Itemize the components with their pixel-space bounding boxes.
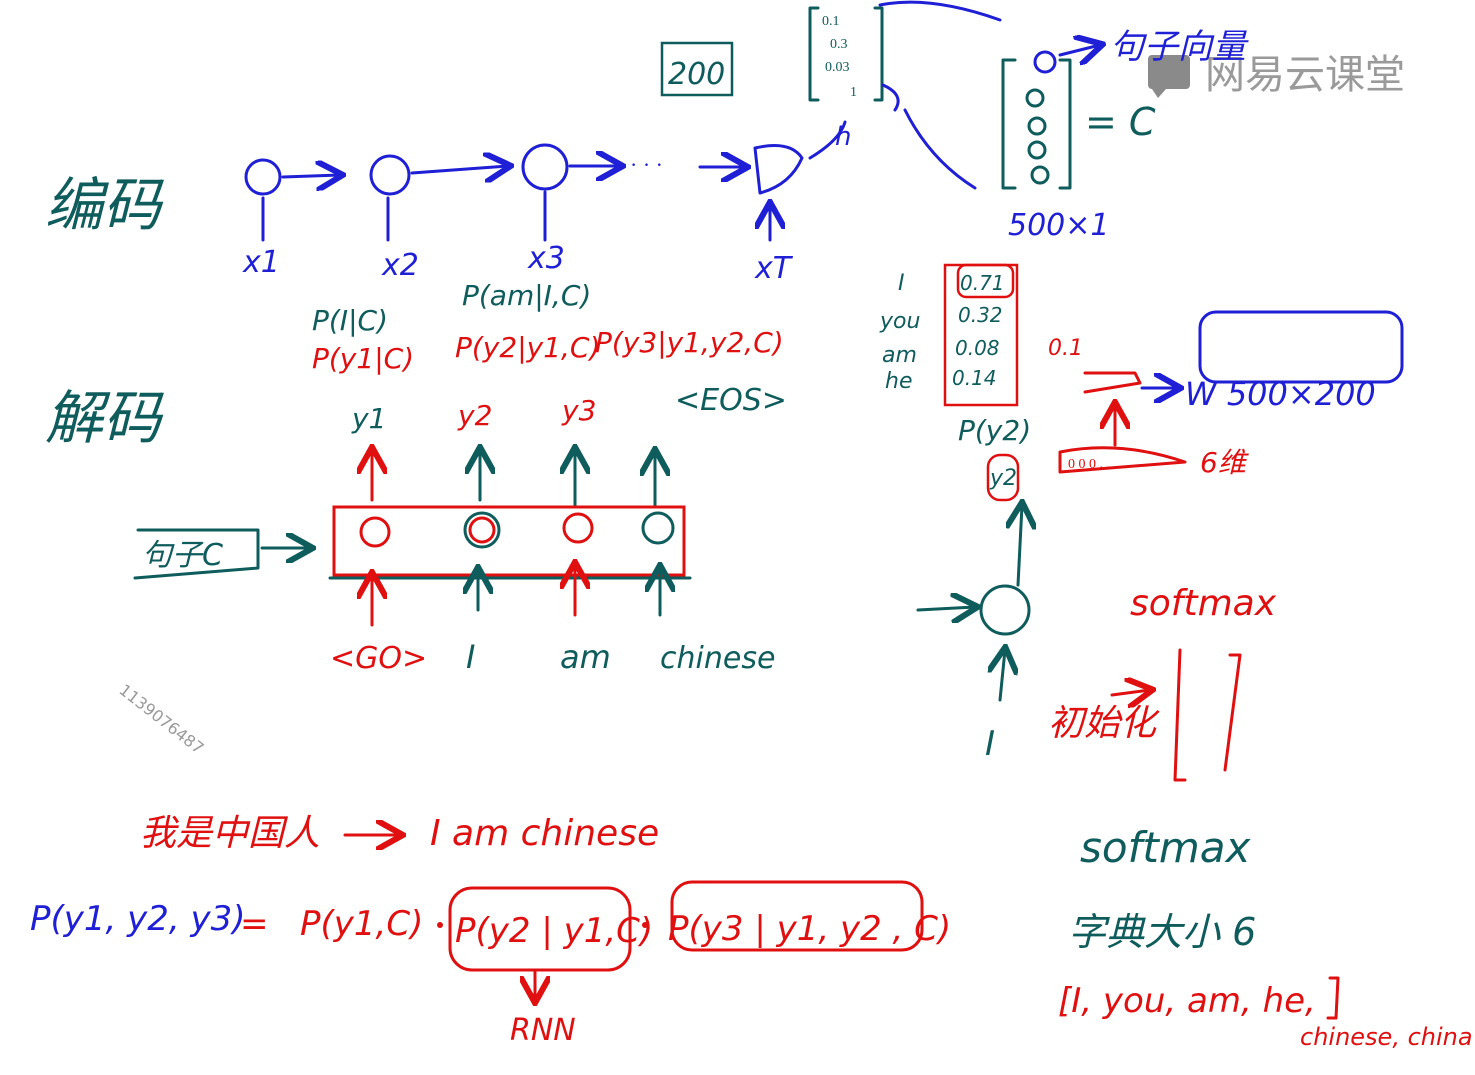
- prob-value: 0.71: [960, 271, 1005, 295]
- word-label: am: [882, 343, 917, 368]
- translation-chinese: 我是中国人: [140, 813, 320, 854]
- init-bracket-right: [1223, 653, 1242, 772]
- red-block: [1083, 371, 1142, 394]
- bottom-notes: 我是中国人 I am chinese P(y1, y2, y3) = P(y1,…: [30, 813, 1473, 1051]
- probability-notes: P(I|C) P(am|I,C) P(y1|C) P(y2|y1,C) P(y3…: [312, 279, 784, 375]
- prob-value: 0.14: [952, 366, 997, 390]
- context-box-label: 句子C: [142, 538, 223, 573]
- prob-value: 0.32: [958, 303, 1003, 327]
- input-x1: x1: [242, 245, 280, 280]
- decoder-section: 解码 y1 y2 y3 <EOS> 句子C <GO> I am chinese: [45, 383, 787, 676]
- encoder-node: [521, 143, 569, 191]
- c-vector-bracket-right: [1058, 58, 1072, 190]
- output-y3: y3: [561, 394, 596, 427]
- word-label: I: [898, 271, 905, 296]
- hidden-size-value: 200: [668, 57, 725, 92]
- encoder-node: [244, 158, 282, 196]
- py-label: P(y2): [958, 414, 1031, 447]
- extra-value: 0.1: [1048, 336, 1083, 361]
- input-x2: x2: [381, 248, 419, 283]
- input-chinese: chinese: [660, 641, 775, 676]
- vocab-dim-label: 6维: [1200, 446, 1249, 479]
- init-bracket-left: [1173, 648, 1187, 782]
- prob-red: P(y1|C): [312, 342, 414, 375]
- output-y1: y1: [351, 402, 386, 435]
- formula-term-3: P(y3 | y1, y2 , C): [668, 909, 951, 949]
- vector-value: 0.1: [822, 14, 840, 29]
- init-label: 初始化: [1048, 703, 1160, 744]
- output-y2: y2: [457, 399, 492, 432]
- vocab-list-extra: chinese, china: [1300, 1023, 1473, 1051]
- prob-black: P(am|I,C): [462, 279, 591, 312]
- formula-term-2: P(y2 | y1,C): [455, 911, 653, 951]
- decoder-node: [359, 516, 391, 548]
- ellipsis-dots: · · ·: [630, 152, 663, 177]
- formula-lhs: P(y1, y2, y3): [30, 899, 246, 939]
- softmax-label: softmax: [1130, 583, 1277, 624]
- decoder-label: 解码: [45, 384, 164, 452]
- sentence-vector-label: 句子向量: [1110, 27, 1249, 67]
- vector-bracket-left: [808, 6, 820, 102]
- weight-matrix-label: W 500×200: [1185, 375, 1376, 413]
- vector-value: 0.03: [825, 60, 850, 75]
- vocab-size-note: 字典大小 6: [1068, 910, 1256, 954]
- dots: 0 0 0 . . .: [1068, 457, 1117, 472]
- input-x3: x3: [527, 241, 565, 276]
- encoder-node: [369, 154, 411, 196]
- input-am: am: [560, 638, 611, 676]
- c-size-label: 500×1: [1008, 208, 1109, 243]
- vector-bracket-right: [873, 6, 884, 102]
- prob-red: P(y3|y1,y2,C): [595, 326, 784, 359]
- vector-value: 0.3: [830, 37, 848, 52]
- prob-black: P(I|C): [312, 304, 388, 337]
- encoder-label: 编码: [45, 171, 164, 239]
- y-node-label: y2: [989, 466, 1017, 491]
- word-label: he: [885, 369, 912, 394]
- output-eos: <EOS>: [675, 383, 787, 418]
- weight-matrix-box: [1198, 310, 1404, 384]
- decoder-node: [641, 511, 675, 545]
- whiteboard: 网易云课堂 1139076487 编码 · · · x1 x2 x3 xT 20…: [30, 0, 1473, 1051]
- formula-term-1: P(y1,C): [300, 904, 423, 944]
- h-label: h: [835, 122, 851, 152]
- c-label: = C: [1085, 100, 1156, 144]
- softmax-note: softmax: [1080, 823, 1251, 872]
- input-i: I: [466, 638, 475, 676]
- rnn-input-label: I: [985, 724, 995, 764]
- c-vector-bracket-left: [1001, 58, 1017, 190]
- translation-english: I am chinese: [430, 813, 659, 854]
- vocab-list: [I, you, am, he,: [1058, 981, 1316, 1021]
- rnn-label: RNN: [510, 1013, 576, 1048]
- encoder-node: [753, 144, 804, 195]
- formula-eq: =: [240, 904, 269, 944]
- rnn-cell-node: [979, 584, 1031, 636]
- input-xT: xT: [754, 251, 794, 286]
- decoder-node: [562, 512, 594, 544]
- prob-red: P(y2|y1,C): [455, 331, 600, 364]
- encoder-section: 编码 · · · x1 x2 x3 xT 200 0.1 0.3 0.03 1 …: [45, 0, 1249, 286]
- user-id-watermark: 1139076487: [116, 680, 208, 758]
- softmax-panel: I you am he 0.71 0.32 0.08 0.14 0.1 W 50…: [879, 263, 1404, 782]
- prob-value: 0.08: [955, 336, 1000, 360]
- input-go: <GO>: [330, 641, 427, 676]
- word-label: you: [879, 309, 920, 334]
- vector-value: 1: [850, 85, 857, 100]
